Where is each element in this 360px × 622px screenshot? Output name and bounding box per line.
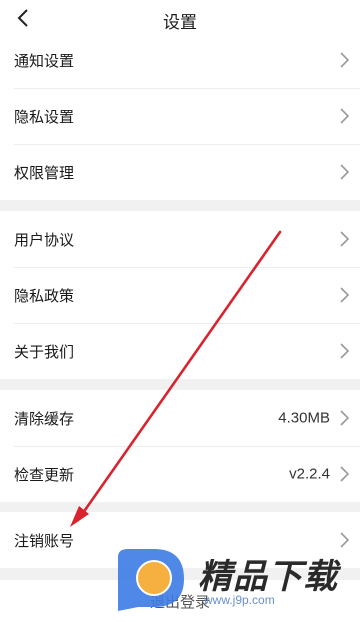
settings-item-check-update[interactable]: 检查更新 v2.2.4 [0, 446, 360, 502]
settings-item-label: 清除缓存 [14, 410, 75, 428]
watermark-url: www.j9p.com [204, 593, 275, 607]
settings-item-label: 隐私政策 [14, 287, 75, 305]
top-bar: 设置 [0, 0, 360, 36]
settings-item-label: 权限管理 [14, 164, 75, 182]
chevron-right-icon [340, 164, 350, 180]
settings-item-notifications[interactable]: 通知设置 [0, 32, 360, 88]
settings-item-label: 用户协议 [14, 231, 75, 249]
settings-item-privacy-settings[interactable]: 隐私设置 [0, 88, 360, 144]
app-version-value: v2.2.4 [289, 465, 330, 483]
settings-item-label: 检查更新 [14, 466, 75, 484]
settings-item-clear-cache[interactable]: 清除缓存 4.30MB [0, 390, 360, 446]
settings-item-privacy-policy[interactable]: 隐私政策 [0, 267, 360, 323]
chevron-right-icon [340, 343, 350, 359]
settings-item-user-agreement[interactable]: 用户协议 [0, 211, 360, 267]
chevron-right-icon [340, 410, 350, 426]
settings-group-about: 用户协议 隐私政策 关于我们 [0, 211, 360, 379]
chevron-right-icon [340, 466, 350, 482]
watermark-logo-icon [118, 549, 184, 611]
settings-group-general: 通知设置 隐私设置 权限管理 [0, 32, 360, 200]
watermark-brand: 精品下载 [198, 558, 338, 596]
settings-item-about-us[interactable]: 关于我们 [0, 323, 360, 379]
settings-item-permissions[interactable]: 权限管理 [0, 144, 360, 200]
chevron-right-icon [340, 108, 350, 124]
chevron-right-icon [340, 231, 350, 247]
settings-item-label: 隐私设置 [14, 108, 75, 126]
watermark: 精品下载 www.j9p.com [110, 535, 360, 615]
chevron-right-icon [340, 287, 350, 303]
settings-item-label: 关于我们 [14, 343, 75, 361]
settings-item-label: 通知设置 [14, 52, 75, 70]
settings-group-maintenance: 清除缓存 4.30MB 检查更新 v2.2.4 [0, 390, 360, 502]
settings-item-label: 注销账号 [14, 532, 75, 550]
cache-size-value: 4.30MB [278, 409, 330, 427]
page-title: 设置 [163, 13, 197, 32]
chevron-right-icon [340, 52, 350, 68]
